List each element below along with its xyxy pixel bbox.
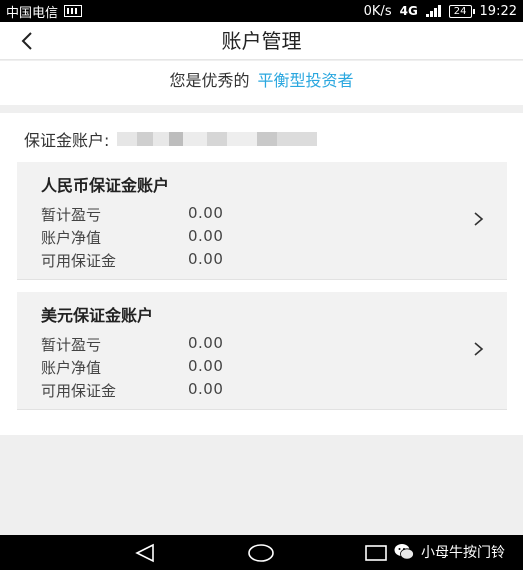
row-value: 0.00 <box>188 227 224 245</box>
row-value: 0.00 <box>188 334 224 352</box>
watermark-text: 小母牛按门铃 <box>421 545 505 561</box>
row-label: 可用保证金 <box>41 252 117 270</box>
masked-account-number <box>117 132 318 146</box>
margin-account-label: 保证金账户: <box>24 131 110 150</box>
row-value: 0.00 <box>188 357 224 375</box>
usd-account-card[interactable]: 美元保证金账户 暂计盈亏 0.00 账户净值 0.00 可用保证金 0.00 <box>17 292 507 410</box>
carrier-group: 中国电信 <box>6 2 83 21</box>
battery-level: 24 <box>453 5 467 17</box>
signal-icon <box>425 5 441 17</box>
row-label: 账户净值 <box>41 359 102 377</box>
watermark: 小母牛按门铃 <box>393 541 505 563</box>
chevron-right-icon <box>474 212 484 226</box>
row-label: 暂计盈亏 <box>41 206 102 224</box>
clock: 19:22 <box>479 3 517 19</box>
network-type: 4G <box>399 4 418 18</box>
sim-icon <box>64 5 83 17</box>
battery-icon: 24 <box>448 4 475 18</box>
recents-square-icon[interactable] <box>364 543 388 563</box>
empty-area <box>0 435 523 535</box>
network-speed: 0K/s <box>363 3 392 19</box>
investor-type-link[interactable]: 平衡型投资者 <box>258 71 354 90</box>
margin-account-row: 保证金账户: <box>24 127 318 151</box>
investor-prefix: 您是优秀的 <box>169 71 250 90</box>
carrier-name: 中国电信 <box>6 5 59 21</box>
cny-account-card[interactable]: 人民币保证金账户 暂计盈亏 0.00 账户净值 0.00 可用保证金 0.00 <box>17 162 507 280</box>
nav-bar: 账户管理 <box>0 22 523 60</box>
page-title: 账户管理 <box>221 29 302 53</box>
system-nav-bar: 小母牛按门铃 <box>0 535 523 570</box>
row-label: 可用保证金 <box>41 382 117 400</box>
row-value: 0.00 <box>188 380 224 398</box>
card-title: 美元保证金账户 <box>41 306 154 325</box>
status-bar: 中国电信 0K/s 4G 24 19:22 <box>0 0 523 22</box>
row-value: 0.00 <box>188 250 224 268</box>
row-label: 账户净值 <box>41 229 102 247</box>
back-triangle-icon[interactable] <box>133 543 157 563</box>
row-value: 0.00 <box>188 204 224 222</box>
card-title: 人民币保证金账户 <box>41 176 170 195</box>
account-content: 保证金账户: 人民币保证金账户 暂计盈亏 0.00 账户净值 0.00 可用保证… <box>0 113 523 435</box>
status-indicators: 0K/s 4G 24 19:22 <box>364 4 517 19</box>
wechat-icon <box>394 544 414 560</box>
chevron-right-icon <box>474 342 484 356</box>
home-circle-icon[interactable] <box>247 543 275 563</box>
investor-banner: 您是优秀的 平衡型投资者 <box>0 61 523 105</box>
row-label: 暂计盈亏 <box>41 336 102 354</box>
